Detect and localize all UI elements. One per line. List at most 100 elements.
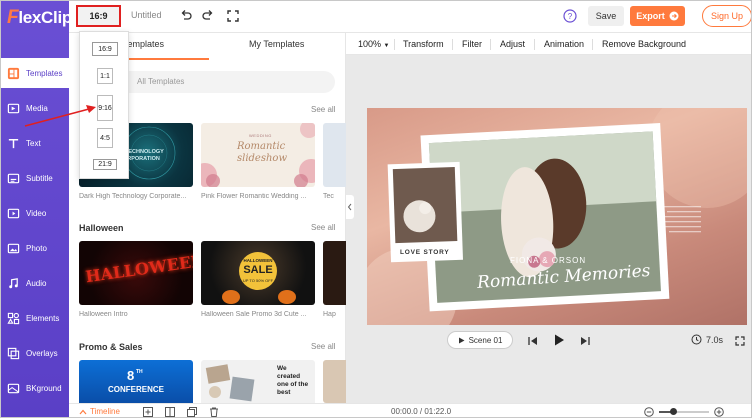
thumb-text: TH bbox=[136, 369, 143, 375]
add-scene-icon[interactable] bbox=[143, 407, 153, 417]
template-thumb-partial[interactable] bbox=[323, 123, 346, 187]
sidebar-item-video[interactable]: Video bbox=[1, 198, 69, 228]
editor-window: FlexClip Templates Media Text Subtitle V… bbox=[0, 0, 752, 418]
timeline-label: Timeline bbox=[90, 407, 120, 416]
toolbar-divider bbox=[592, 39, 593, 50]
sidebar-item-text[interactable]: Text bbox=[1, 128, 69, 158]
edit-toolbar: 100% ▼ Transform Filter Adjust Animation… bbox=[346, 33, 751, 55]
sign-up-button[interactable]: Sign Up bbox=[702, 5, 751, 27]
help-icon[interactable]: ? bbox=[563, 9, 577, 23]
zoom-value: 100% bbox=[358, 39, 382, 49]
undo-icon[interactable] bbox=[179, 9, 193, 23]
preview-stage: LOVE STORY FIONA & ORSON Romantic Memori… bbox=[346, 55, 751, 403]
arrow-right-icon bbox=[669, 11, 679, 21]
template-thumb-halloween-intro[interactable]: HALLOWEEN bbox=[79, 241, 193, 305]
tab-templates[interactable]: Templates bbox=[123, 39, 164, 49]
template-thumb-halloween-sale[interactable]: HALLOWEEN SALE UP TO 50% OFF bbox=[201, 241, 315, 305]
adjust-button[interactable]: Adjust bbox=[500, 39, 525, 49]
duration-value: 7.0s bbox=[706, 334, 724, 345]
flexclip-logo[interactable]: FlexClip bbox=[1, 1, 72, 35]
thumb-text: We bbox=[277, 365, 287, 372]
next-scene-icon[interactable] bbox=[579, 335, 591, 347]
template-thumb-partial[interactable] bbox=[323, 241, 346, 305]
zoom-slider-handle[interactable] bbox=[670, 408, 677, 415]
see-all-link[interactable]: See all bbox=[311, 223, 335, 232]
ratio-option-21-9[interactable]: 21:9 bbox=[93, 159, 117, 170]
sidebar-item-label: Subtitle bbox=[26, 173, 53, 183]
thumb-text: HALLOWEEN bbox=[243, 258, 273, 263]
video-canvas[interactable]: LOVE STORY FIONA & ORSON Romantic Memori… bbox=[367, 108, 747, 325]
sidebar-item-label: Media bbox=[26, 103, 48, 113]
zoom-out-icon[interactable] bbox=[644, 407, 654, 417]
ratio-option-1-1[interactable]: 1:1 bbox=[97, 68, 113, 84]
ratio-option-4-5[interactable]: 4:5 bbox=[97, 128, 113, 148]
collapse-panel-handle[interactable] bbox=[346, 195, 354, 219]
transform-button[interactable]: Transform bbox=[403, 39, 444, 49]
template-caption: Pink Flower Romantic Wedding ... bbox=[201, 193, 307, 200]
sidebar-item-label: Audio bbox=[26, 278, 47, 288]
section-title-promo: Promo & Sales bbox=[79, 342, 143, 352]
expand-icon[interactable] bbox=[734, 335, 746, 347]
zoom-select[interactable]: 100% ▼ bbox=[358, 39, 390, 49]
tab-my-templates[interactable]: My Templates bbox=[249, 39, 304, 49]
sidebar-item-photo[interactable]: Photo bbox=[1, 233, 69, 263]
template-caption: Tec bbox=[323, 193, 334, 200]
sidebar-item-elements[interactable]: Elements bbox=[1, 303, 69, 333]
couple-names: FIONA & ORSON bbox=[510, 256, 587, 265]
scene-duration[interactable]: 7.0s bbox=[691, 334, 723, 345]
delete-icon[interactable] bbox=[209, 407, 219, 417]
section-title-halloween: Halloween bbox=[79, 223, 124, 233]
ratio-option-16-9[interactable]: 16:9 bbox=[92, 42, 118, 56]
filter-button[interactable]: Filter bbox=[462, 39, 482, 49]
toolbar-divider bbox=[452, 39, 453, 50]
timeline-toggle[interactable]: Timeline bbox=[79, 407, 120, 416]
sidebar-item-subtitle[interactable]: Subtitle bbox=[1, 163, 69, 193]
text-icon bbox=[8, 138, 19, 148]
fullscreen-icon[interactable] bbox=[226, 9, 240, 23]
template-thumb-conference[interactable]: 8 TH CONFERENCE bbox=[79, 360, 193, 403]
logo-text: lexClip bbox=[18, 8, 72, 27]
canvas-artwork bbox=[367, 108, 747, 325]
previous-scene-icon[interactable] bbox=[527, 335, 539, 347]
see-all-link[interactable]: See all bbox=[311, 342, 335, 351]
audio-icon bbox=[9, 277, 18, 288]
sidebar-item-overlays[interactable]: Overlays bbox=[1, 338, 69, 368]
thumb-text: WEDDING bbox=[249, 133, 272, 138]
template-caption: Dark High Technology Corporate... bbox=[79, 193, 187, 200]
thumb-text: slideshow bbox=[237, 153, 287, 164]
sidebar-item-label: Elements bbox=[26, 313, 60, 323]
video-icon bbox=[7, 208, 20, 218]
top-bar: 16:9 Untitled ? Save Export Sign Up bbox=[69, 1, 751, 33]
zoom-slider[interactable] bbox=[659, 408, 709, 415]
template-thumb-promo[interactable]: We created one of the best bbox=[201, 360, 315, 403]
sidebar-item-media[interactable]: Media bbox=[1, 93, 69, 123]
see-all-link[interactable]: See all bbox=[311, 105, 335, 114]
play-small-icon bbox=[458, 337, 465, 343]
clock-icon bbox=[691, 334, 702, 345]
chevron-up-icon bbox=[79, 409, 87, 414]
export-button[interactable]: Export bbox=[630, 6, 685, 26]
duplicate-icon[interactable] bbox=[187, 407, 197, 417]
template-caption: Hap bbox=[323, 311, 336, 318]
template-thumb-partial[interactable] bbox=[323, 360, 346, 403]
animation-button[interactable]: Animation bbox=[544, 39, 584, 49]
scene-selector[interactable]: Scene 01 bbox=[447, 331, 513, 349]
svg-text:?: ? bbox=[568, 12, 573, 21]
redo-icon[interactable] bbox=[201, 9, 215, 23]
project-title[interactable]: Untitled bbox=[131, 10, 162, 20]
sidebar-item-background[interactable]: BKground bbox=[1, 373, 69, 403]
sidebar-item-label: Text bbox=[26, 138, 41, 148]
remove-background-button[interactable]: Remove Background bbox=[602, 39, 686, 49]
sidebar-item-audio[interactable]: Audio bbox=[1, 268, 69, 298]
ratio-option-9-16[interactable]: 9:16 bbox=[97, 95, 113, 121]
sidebar-item-templates[interactable]: Templates bbox=[1, 58, 71, 88]
play-icon[interactable] bbox=[552, 333, 566, 347]
sidebar: FlexClip Templates Media Text Subtitle V… bbox=[1, 1, 72, 417]
zoom-in-icon[interactable] bbox=[714, 407, 724, 417]
save-button[interactable]: Save bbox=[588, 6, 624, 26]
split-icon[interactable] bbox=[165, 407, 175, 417]
thumb-text: best bbox=[277, 389, 291, 396]
logo-mark: F bbox=[7, 7, 19, 28]
aspect-ratio-button[interactable]: 16:9 bbox=[76, 5, 121, 27]
template-thumb-pink-wedding[interactable]: WEDDING Romantic slideshow bbox=[201, 123, 315, 187]
